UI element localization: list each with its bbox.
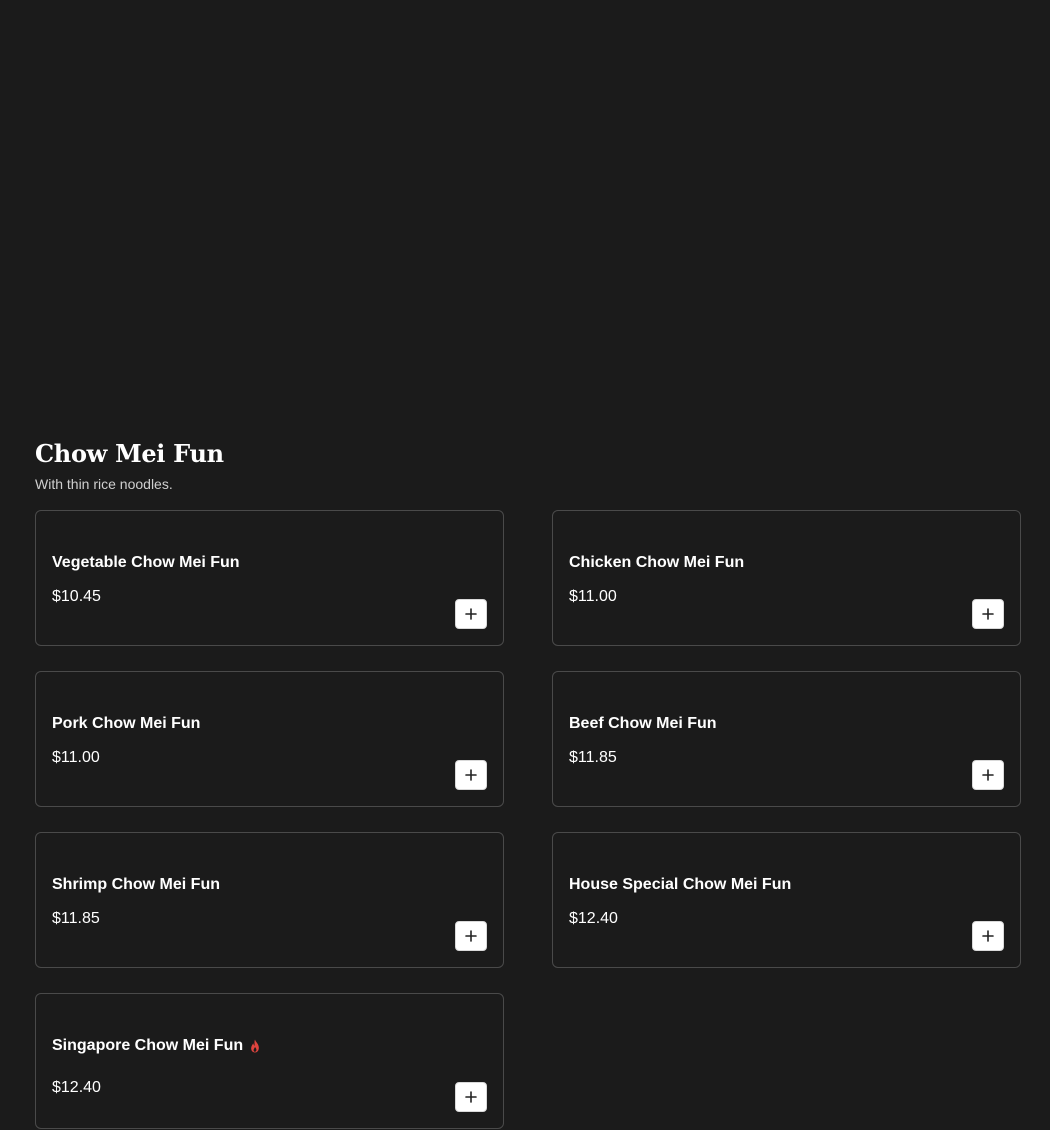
section-title: Chow Mei Fun <box>35 439 224 468</box>
add-to-cart-button[interactable] <box>455 1082 487 1112</box>
plus-icon <box>982 608 994 620</box>
menu-item-card[interactable]: Shrimp Chow Mei Fun $11.85 <box>35 832 504 968</box>
add-to-cart-button[interactable] <box>455 921 487 951</box>
menu-item-price: $12.40 <box>569 910 618 927</box>
menu-item-card[interactable]: Vegetable Chow Mei Fun $10.45 <box>35 510 504 646</box>
add-to-cart-button[interactable] <box>455 599 487 629</box>
menu-item-card[interactable]: Beef Chow Mei Fun $11.85 <box>552 671 1021 807</box>
menu-item-price: $10.45 <box>52 588 101 605</box>
add-to-cart-button[interactable] <box>455 760 487 790</box>
menu-item-price: $12.40 <box>52 1079 101 1096</box>
menu-item-card[interactable]: Singapore Chow Mei Fun $12.40 <box>35 993 504 1129</box>
menu-item-name: Pork Chow Mei Fun <box>52 715 201 732</box>
plus-icon <box>982 769 994 781</box>
plus-icon <box>465 608 477 620</box>
section-subtitle: With thin rice noodles. <box>35 476 173 492</box>
menu-item-price: $11.85 <box>52 910 100 927</box>
menu-item-name: Singapore Chow Mei Fun <box>52 1036 261 1056</box>
add-to-cart-button[interactable] <box>972 599 1004 629</box>
plus-icon <box>982 930 994 942</box>
menu-item-name: Shrimp Chow Mei Fun <box>52 876 220 893</box>
menu-item-card[interactable]: Chicken Chow Mei Fun $11.00 <box>552 510 1021 646</box>
menu-item-price: $11.00 <box>569 588 617 605</box>
menu-item-card[interactable]: House Special Chow Mei Fun $12.40 <box>552 832 1021 968</box>
menu-item-card[interactable]: Pork Chow Mei Fun $11.00 <box>35 671 504 807</box>
menu-section: Chow Mei Fun With thin rice noodles. Veg… <box>35 436 1021 1129</box>
menu-item-name: Vegetable Chow Mei Fun <box>52 554 240 571</box>
plus-icon <box>465 1091 477 1103</box>
flame-icon <box>251 1039 259 1053</box>
menu-item-name: Beef Chow Mei Fun <box>569 715 717 732</box>
menu-item-name: Chicken Chow Mei Fun <box>569 554 745 571</box>
menu-item-price: $11.85 <box>569 749 617 766</box>
add-to-cart-button[interactable] <box>972 760 1004 790</box>
plus-icon <box>465 769 477 781</box>
menu-item-price: $11.00 <box>52 749 100 766</box>
menu-item-name: House Special Chow Mei Fun <box>569 876 792 893</box>
menu-items-grid: Vegetable Chow Mei Fun $10.45 Chicken Ch… <box>35 510 1021 1129</box>
plus-icon <box>465 930 477 942</box>
add-to-cart-button[interactable] <box>972 921 1004 951</box>
